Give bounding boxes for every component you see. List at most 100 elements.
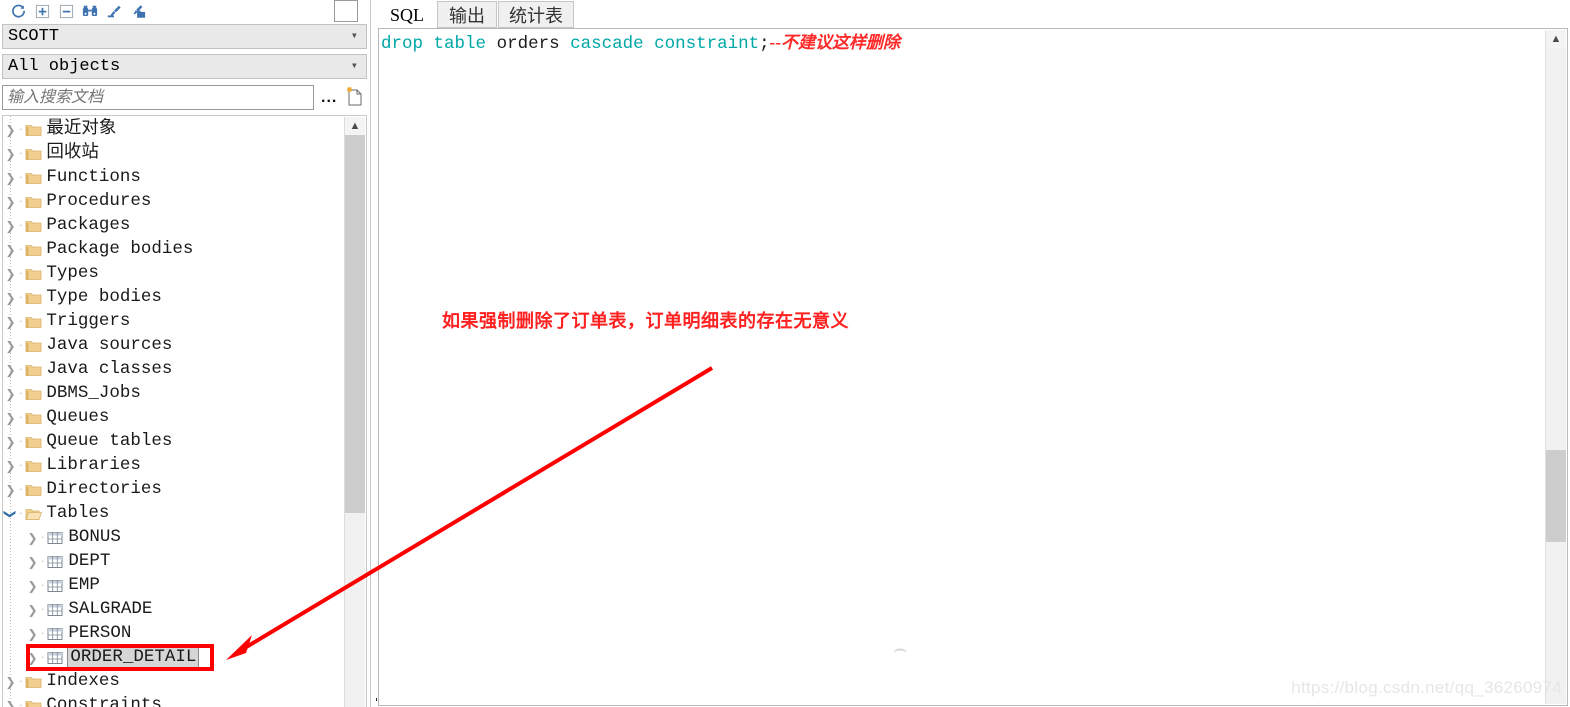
tree-item[interactable]: ❯ · Queues <box>3 406 345 430</box>
tree-item[interactable]: ❯ · Java sources <box>3 334 345 358</box>
sql-semicolon: ; <box>759 34 770 54</box>
chevron-right-icon[interactable]: ❯ <box>3 699 18 707</box>
sql-keyword-constraint: constraint <box>654 34 760 54</box>
chevron-down-icon: ▾ <box>350 28 358 43</box>
annotation-note: 如果强制删除了订单表，订单明细表的存在无意义 <box>442 311 849 332</box>
tree-item[interactable]: ❯ · PERSON <box>3 622 345 646</box>
tree-item[interactable]: ❯ · Queue tables <box>3 430 345 454</box>
chevron-right-icon[interactable]: ❯ <box>25 603 40 617</box>
tab-output-label: 输出 <box>449 5 485 26</box>
chevron-right-icon[interactable]: ❯ <box>3 435 18 449</box>
collapse-all-icon[interactable] <box>54 2 78 22</box>
chevron-right-icon[interactable]: ❯ <box>3 147 18 161</box>
tree-item[interactable]: ❯ · Tables <box>3 502 345 526</box>
tree-item[interactable]: ❯ · Triggers <box>3 310 345 334</box>
filter-icon[interactable] <box>102 2 126 22</box>
chevron-right-icon[interactable]: ❯ <box>3 675 18 689</box>
sql-keyword-cascade: cascade <box>570 34 644 54</box>
tree-item[interactable]: ❯ · Types <box>3 262 345 286</box>
search-input[interactable] <box>2 85 314 110</box>
tree-item[interactable]: ❯ · 回收站 <box>3 142 345 166</box>
sql-identifier-orders: orders <box>496 34 560 54</box>
tree-item-label: Libraries <box>46 455 141 476</box>
chevron-right-icon[interactable]: ❯ <box>3 411 18 425</box>
tree-item[interactable]: ❯ · Type bodies <box>3 286 345 310</box>
tree-item[interactable]: ❯ · Libraries <box>3 454 345 478</box>
new-document-icon[interactable] <box>344 86 364 108</box>
tree-item[interactable]: ❯ · DEPT <box>3 550 345 574</box>
tab-statistics[interactable]: 统计表 <box>498 1 574 28</box>
table-icon <box>45 626 65 642</box>
chevron-right-icon[interactable]: ❯ <box>3 219 18 233</box>
blank-toolbar-button[interactable] <box>334 0 358 22</box>
tree-item-label: Queues <box>46 407 110 428</box>
tree-scrollbar-thumb[interactable] <box>345 135 365 513</box>
tree-item-label: DEPT <box>68 551 111 572</box>
folder-icon <box>23 674 43 690</box>
find-icon[interactable] <box>78 2 102 22</box>
folder-icon <box>23 314 43 330</box>
chevron-right-icon[interactable]: ❯ <box>3 243 18 257</box>
chevron-right-icon[interactable]: ❯ <box>3 315 18 329</box>
editor-scrollbar-thumb[interactable] <box>1546 450 1566 542</box>
chevron-right-icon[interactable]: ❯ <box>3 483 18 497</box>
sql-code-line: drop table orders cascade constraint;--不… <box>381 32 900 55</box>
chevron-right-icon[interactable]: ❯ <box>25 555 40 569</box>
expand-all-icon[interactable] <box>30 2 54 22</box>
chevron-up-icon[interactable]: ▲ <box>345 117 365 135</box>
tree-item-label: Triggers <box>46 311 131 332</box>
tree-item[interactable]: ❯ · Package bodies <box>3 238 345 262</box>
tree-item-label: Indexes <box>46 671 120 692</box>
folder-icon <box>23 698 43 707</box>
object-type-select-value: All objects <box>8 57 121 76</box>
chevron-right-icon[interactable]: ❯ <box>25 579 40 593</box>
tree-item-label: Tables <box>46 503 110 524</box>
chevron-up-icon[interactable]: ▲ <box>1546 30 1566 48</box>
tree-item[interactable]: ❯ · Packages <box>3 214 345 238</box>
folder-icon <box>23 218 43 234</box>
tree-item-label: Queue tables <box>46 431 173 452</box>
chevron-right-icon[interactable]: ❯ <box>3 267 18 281</box>
editor-scrollbar[interactable]: ▲ <box>1545 30 1566 704</box>
tree-item[interactable]: ❯ · Directories <box>3 478 345 502</box>
tree-item[interactable]: ❯ · Functions <box>3 166 345 190</box>
chevron-down-icon[interactable]: ❯ <box>4 507 18 522</box>
organize-icon[interactable] <box>126 2 150 22</box>
tree-item[interactable]: ❯ · 最近对象 <box>3 118 345 142</box>
tree-item[interactable]: ❯ · BONUS <box>3 526 345 550</box>
tree-item[interactable]: ❯ · Java classes <box>3 358 345 382</box>
sql-editor-area[interactable]: drop table orders cascade constraint;--不… <box>378 28 1568 706</box>
refresh-icon[interactable] <box>6 2 30 22</box>
chevron-right-icon[interactable]: ❯ <box>3 171 18 185</box>
tab-output[interactable]: 输出 <box>437 1 497 28</box>
tree-item[interactable]: ❯ · Procedures <box>3 190 345 214</box>
tab-sql-label: SQL <box>389 4 424 25</box>
tree-item[interactable]: ❯ · SALGRADE <box>3 598 345 622</box>
chevron-right-icon[interactable]: ❯ <box>3 195 18 209</box>
chevron-right-icon[interactable]: ❯ <box>3 339 18 353</box>
tree-item[interactable]: ❯ · Constraints <box>3 694 345 707</box>
chevron-right-icon[interactable]: ❯ <box>3 459 18 473</box>
chevron-right-icon[interactable]: ❯ <box>3 291 18 305</box>
tree-item[interactable]: ❯ · EMP <box>3 574 345 598</box>
table-icon <box>45 554 65 570</box>
tree-item[interactable]: ❯ · Indexes <box>3 670 345 694</box>
text-caret-icon: ⌢ <box>893 636 908 661</box>
chevron-right-icon[interactable]: ❯ <box>3 363 18 377</box>
object-type-select[interactable]: All objects ▾ <box>2 54 367 79</box>
tree-scrollbar[interactable]: ▲ <box>344 117 365 707</box>
tree-item-label: Package bodies <box>46 239 194 260</box>
chevron-right-icon[interactable]: ❯ <box>3 123 18 137</box>
tree-item-label: Functions <box>46 167 141 188</box>
tree-item-label: Type bodies <box>46 287 162 308</box>
schema-select-value: SCOTT <box>8 27 60 46</box>
folder-icon <box>23 266 43 282</box>
tree-item[interactable]: ❯ · DBMS_Jobs <box>3 382 345 406</box>
tab-sql[interactable]: SQL <box>377 1 437 28</box>
chevron-right-icon[interactable]: ❯ <box>25 531 40 545</box>
chevron-right-icon[interactable]: ❯ <box>25 627 40 641</box>
object-tree[interactable]: ❯ · 最近对象 ❯ · 回收站 ❯ · Functions ❯ · Procedures ❯ · Pack… <box>2 115 367 707</box>
schema-select[interactable]: SCOTT ▾ <box>2 24 367 49</box>
chevron-right-icon[interactable]: ❯ <box>3 387 18 401</box>
search-more-button[interactable]: ... <box>321 89 337 107</box>
